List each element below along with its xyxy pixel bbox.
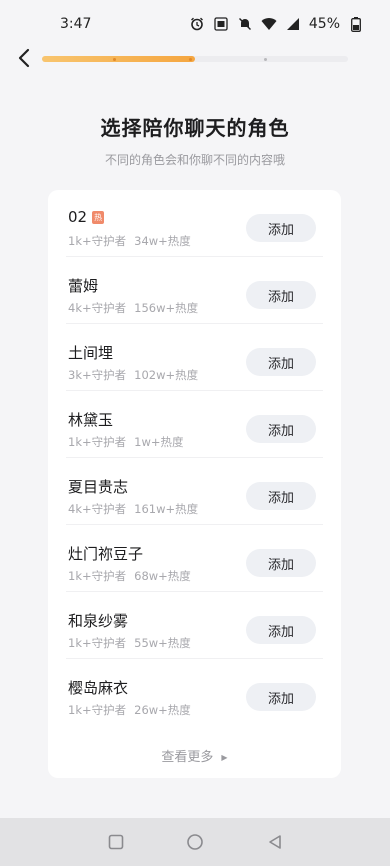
guardian-count: 1k+守护者 [68, 703, 127, 717]
add-character-button[interactable]: 添加 [246, 348, 316, 376]
guardian-count: 1k+守护者 [68, 234, 127, 248]
add-character-button[interactable]: 添加 [246, 683, 316, 711]
character-name-line: 林黛玉 [68, 409, 113, 430]
home-button[interactable] [185, 832, 205, 852]
battery-icon [348, 16, 364, 32]
guardian-count: 1k+守护者 [68, 636, 127, 650]
character-name: 灶门祢豆子 [68, 545, 144, 563]
see-more-link[interactable]: 查看更多 ▶ [48, 746, 341, 765]
progress-bar-fill [42, 56, 195, 62]
heat-count: 102w+热度 [134, 368, 199, 382]
heat-count: 1w+热度 [134, 435, 184, 449]
character-name: 和泉纱雾 [68, 612, 129, 630]
character-name-line: 土间埋 [68, 342, 113, 363]
volte-icon [213, 16, 229, 32]
character-stats: 4k+守护者 161w+热度 [68, 501, 198, 517]
progress-bar [42, 56, 348, 62]
chevron-left-icon [18, 48, 30, 68]
top-nav [0, 42, 390, 74]
character-row: 和泉纱雾 1k+守护者 55w+热度 添加 [48, 592, 341, 659]
character-row: 灶门祢豆子 1k+守护者 68w+热度 添加 [48, 525, 341, 592]
character-name-line: 蕾姆 [68, 275, 98, 296]
guardian-count: 3k+守护者 [68, 368, 127, 382]
character-name: 樱岛麻衣 [68, 679, 129, 697]
heat-count: 68w+热度 [134, 569, 191, 583]
add-character-button[interactable]: 添加 [246, 281, 316, 309]
character-stats: 1k+守护者 1w+热度 [68, 434, 183, 450]
character-name: 土间埋 [68, 344, 114, 362]
character-name-line: 和泉纱雾 [68, 610, 128, 631]
character-name: 02 [68, 208, 88, 226]
caret-right-icon: ▶ [221, 753, 228, 762]
status-bar: 3:47 45% [0, 0, 390, 48]
alarm-icon [189, 16, 205, 32]
character-name: 夏目贵志 [68, 478, 129, 496]
page-title: 选择陪你聊天的角色 [100, 116, 290, 140]
page-subtitle: 不同的角色会和你聊不同的内容哦 [104, 153, 285, 167]
circle-icon [187, 834, 203, 850]
heat-count: 156w+热度 [134, 301, 199, 315]
heat-count: 55w+热度 [134, 636, 191, 650]
character-stats: 1k+守护者 34w+热度 [68, 233, 191, 249]
character-stats: 1k+守护者 68w+热度 [68, 568, 191, 584]
character-name-line: 02 热 [68, 208, 105, 226]
add-character-button[interactable]: 添加 [246, 549, 316, 577]
progress-step-dot [113, 58, 116, 61]
back-nav-button[interactable] [265, 832, 285, 852]
guardian-count: 1k+守护者 [68, 435, 127, 449]
character-stats: 1k+守护者 55w+热度 [68, 635, 191, 651]
heat-count: 34w+热度 [134, 234, 191, 248]
square-icon [108, 834, 124, 850]
progress-step-dot [189, 58, 192, 61]
wifi-icon [261, 16, 277, 32]
character-stats: 3k+守护者 102w+热度 [68, 367, 198, 383]
character-name-line: 夏目贵志 [68, 476, 128, 497]
character-row: 林黛玉 1k+守护者 1w+热度 添加 [48, 391, 341, 458]
character-stats: 1k+守护者 26w+热度 [68, 702, 191, 718]
add-character-button[interactable]: 添加 [246, 415, 316, 443]
hot-badge: 热 [92, 210, 105, 224]
mute-icon [237, 16, 253, 32]
character-name-line: 灶门祢豆子 [68, 543, 143, 564]
status-time: 3:47 [60, 16, 92, 32]
character-name-line: 樱岛麻衣 [68, 677, 128, 698]
character-row: 樱岛麻衣 1k+守护者 26w+热度 添加 [48, 659, 341, 726]
character-name: 林黛玉 [68, 411, 114, 429]
character-row: 夏目贵志 4k+守护者 161w+热度 添加 [48, 458, 341, 525]
add-character-button[interactable]: 添加 [246, 616, 316, 644]
status-icons: 45% [189, 16, 364, 32]
system-nav-bar [0, 818, 390, 866]
signal-icon [285, 16, 301, 32]
see-more-label: 查看更多 [161, 750, 214, 765]
character-row: 02 热 1k+守护者 34w+热度 添加 [48, 190, 341, 257]
progress-step-dot [264, 58, 267, 61]
battery-percent: 45% [308, 16, 340, 32]
character-stats: 4k+守护者 156w+热度 [68, 300, 198, 316]
heat-count: 26w+热度 [134, 703, 191, 717]
guardian-count: 4k+守护者 [68, 301, 127, 315]
recents-button[interactable] [106, 832, 126, 852]
character-row: 土间埋 3k+守护者 102w+热度 添加 [48, 324, 341, 391]
character-name: 蕾姆 [68, 277, 99, 295]
character-list-card: 02 热 1k+守护者 34w+热度 添加 蕾姆 4k+守护者 156w+热度 添加… [48, 190, 341, 778]
guardian-count: 4k+守护者 [68, 502, 127, 516]
guardian-count: 1k+守护者 [68, 569, 127, 583]
character-row: 蕾姆 4k+守护者 156w+热度 添加 [48, 257, 341, 324]
triangle-back-icon [269, 835, 281, 849]
page-heading: 选择陪你聊天的角色 不同的角色会和你聊不同的内容哦 [0, 112, 390, 168]
add-character-button[interactable]: 添加 [246, 214, 316, 242]
back-button[interactable] [12, 45, 36, 71]
add-character-button[interactable]: 添加 [246, 482, 316, 510]
heat-count: 161w+热度 [134, 502, 199, 516]
